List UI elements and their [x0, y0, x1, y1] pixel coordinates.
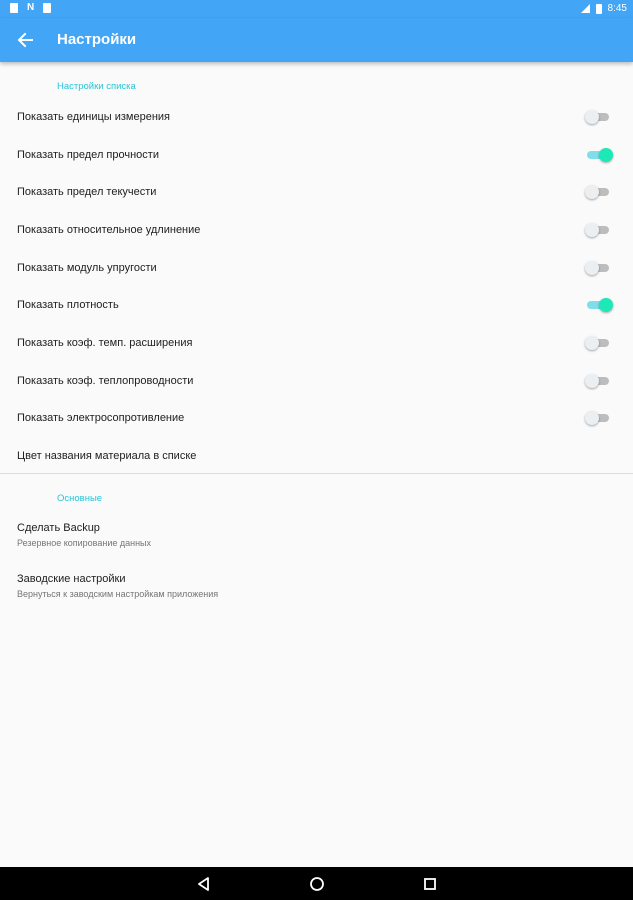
setting-label: Показать предел прочности [17, 148, 159, 161]
back-button[interactable] [12, 28, 40, 52]
nav-recents-button[interactable] [421, 875, 439, 893]
notification-icon [10, 3, 18, 13]
setting-row-elastic-modulus[interactable]: Показать модуль упругости [0, 249, 633, 286]
thermal-expansion-switch[interactable] [585, 335, 611, 350]
elongation-switch[interactable] [585, 222, 611, 237]
setting-label: Цвет названия материала в списке [17, 449, 197, 462]
setting-row-yield-strength[interactable]: Показать предел текучести [0, 173, 633, 210]
section-divider [0, 473, 633, 474]
elastic-modulus-switch[interactable] [585, 260, 611, 275]
factory-reset-title: Заводские настройки [17, 573, 126, 585]
recents-square-icon [424, 878, 436, 890]
setting-label: Показать коэф. теплопроводности [17, 374, 194, 387]
setting-row-density[interactable]: Показать плотность [0, 286, 633, 323]
setting-row-units[interactable]: Показать единицы измерения [0, 98, 633, 135]
backup-title: Сделать Backup [17, 522, 100, 534]
units-switch[interactable] [585, 109, 611, 124]
notification-icon [43, 3, 52, 13]
back-triangle-icon [198, 877, 209, 891]
setting-label: Показать модуль упругости [17, 261, 157, 274]
section-header-main: Основные [57, 493, 103, 504]
app-bar: Настройки [0, 18, 633, 62]
navigation-bar [0, 867, 633, 900]
signal-icon [580, 4, 590, 13]
resistivity-switch[interactable] [585, 410, 611, 425]
battery-icon [595, 3, 602, 14]
setting-row-tensile-strength[interactable]: Показать предел прочности [0, 136, 633, 173]
thermal-conductivity-switch[interactable] [585, 373, 611, 388]
nav-back-button[interactable] [195, 875, 213, 893]
setting-label: Показать электросопротивление [17, 411, 185, 424]
setting-label: Показать плотность [17, 298, 119, 311]
setting-label: Показать предел текучести [17, 185, 157, 198]
density-switch[interactable] [585, 297, 613, 312]
setting-label: Показать единицы измерения [17, 110, 171, 123]
setting-row-elongation[interactable]: Показать относительное удлинение [0, 211, 633, 248]
setting-row-thermal-conductivity[interactable]: Показать коэф. теплопроводности [0, 362, 633, 399]
backup-item[interactable]: Сделать Backup Резервное копирование дан… [0, 522, 633, 566]
factory-reset-item[interactable]: Заводские настройки Вернуться к заводски… [0, 573, 633, 617]
n-notification-icon: N [27, 2, 35, 13]
factory-reset-summary: Вернуться к заводским настройкам приложе… [17, 589, 219, 599]
section-header-list: Настройки списка [57, 81, 136, 92]
setting-row-material-color[interactable]: Цвет названия материала в списке [0, 437, 633, 474]
nav-home-button[interactable] [308, 875, 326, 893]
tensile-strength-switch[interactable] [585, 147, 613, 162]
status-bar: N 8:45 [0, 0, 633, 18]
status-time: 8:45 [607, 3, 627, 14]
arrow-back-icon [17, 32, 33, 48]
setting-label: Показать коэф. темп. расширения [17, 336, 193, 349]
backup-summary: Резервное копирование данных [17, 538, 152, 548]
home-circle-icon [310, 877, 324, 891]
yield-strength-switch[interactable] [585, 184, 611, 199]
page-title: Настройки [57, 31, 137, 48]
setting-label: Показать относительное удлинение [17, 223, 201, 236]
setting-row-resistivity[interactable]: Показать электросопротивление [0, 399, 633, 436]
setting-row-thermal-expansion[interactable]: Показать коэф. темп. расширения [0, 324, 633, 361]
